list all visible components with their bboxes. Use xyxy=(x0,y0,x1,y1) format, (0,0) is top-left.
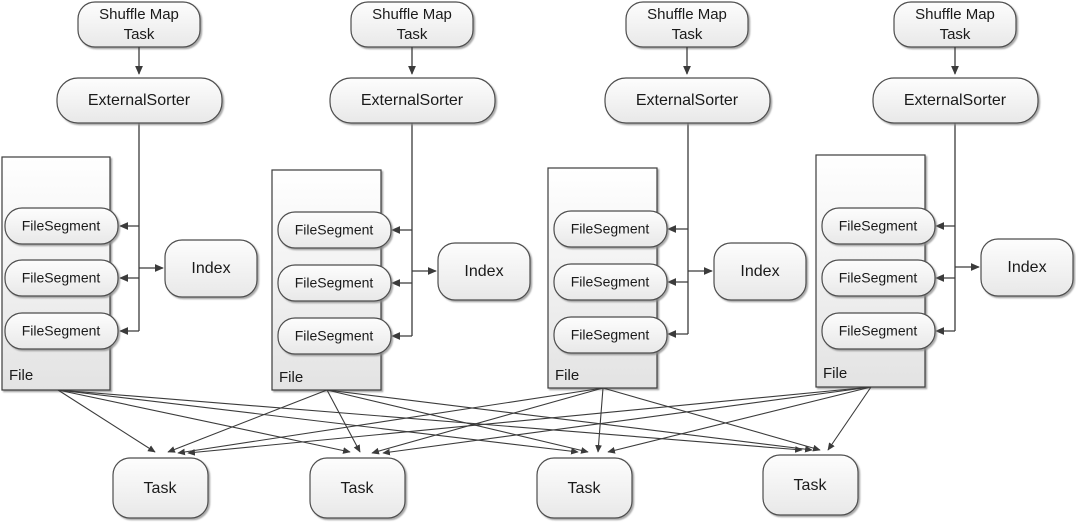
index-label: Index xyxy=(740,263,779,280)
reduce-task-2: Task xyxy=(309,457,406,519)
shuffle-map-task-label-line2: Task xyxy=(672,26,703,43)
shuffle-map-task-2: Shuffle Map Task xyxy=(350,1,474,48)
shuffle-map-task-label-line2: Task xyxy=(124,26,155,43)
external-sorter-2: ExternalSorter xyxy=(329,77,496,124)
external-sorter-label: ExternalSorter xyxy=(904,92,1007,109)
diagram-canvas: File FileSegment FileSegment FileSegment xyxy=(0,0,1076,523)
reduce-task-label: Task xyxy=(794,477,828,494)
file-segment-label: FileSegment xyxy=(295,222,374,238)
index-node-3: Index xyxy=(713,242,807,301)
shuffle-map-task-4: Shuffle Map Task xyxy=(893,1,1017,48)
shuffle-map-task-label-line2: Task xyxy=(940,26,971,43)
shuffle-map-task-label-line1: Shuffle Map xyxy=(647,6,727,23)
file-box-label: File xyxy=(9,367,33,384)
external-sorter-3: ExternalSorter xyxy=(604,77,771,124)
column-2: File FileSegment FileSegment FileSegment xyxy=(271,1,531,391)
shuffle-map-task-3: Shuffle Map Task xyxy=(625,1,749,48)
file-segment-4-1: FileSegment xyxy=(821,207,936,245)
column-4: File FileSegment FileSegment FileSegment xyxy=(815,1,1074,388)
external-sorter-4: ExternalSorter xyxy=(872,77,1039,124)
file-segment-4-3: FileSegment xyxy=(821,312,936,350)
external-sorter-label: ExternalSorter xyxy=(88,92,191,109)
reduce-task-1: Task xyxy=(112,457,209,519)
file-segment-label: FileSegment xyxy=(22,218,101,234)
external-sorter-label: ExternalSorter xyxy=(636,92,739,109)
file-segment-2-1: FileSegment xyxy=(277,211,392,249)
index-node-1: Index xyxy=(164,239,258,298)
shuffle-diagram: File FileSegment FileSegment FileSegment xyxy=(1,1,1074,519)
shuffle-map-task-label-line1: Shuffle Map xyxy=(99,6,179,23)
shuffle-map-task-label-line1: Shuffle Map xyxy=(915,6,995,23)
file-segment-label: FileSegment xyxy=(22,270,101,286)
file-segment-label: FileSegment xyxy=(295,275,374,291)
file-box-label: File xyxy=(279,369,303,386)
reduce-task-4: Task xyxy=(762,454,859,516)
column-3: File FileSegment FileSegment FileSegment xyxy=(547,1,807,389)
file-segment-label: FileSegment xyxy=(22,323,101,339)
file-segment-label: FileSegment xyxy=(571,221,650,237)
external-sorter-1: ExternalSorter xyxy=(56,77,223,124)
index-node-4: Index xyxy=(980,238,1074,297)
shuffle-fetch-edges xyxy=(57,386,872,456)
reduce-task-label: Task xyxy=(568,480,602,497)
reduce-task-3: Task xyxy=(536,457,633,519)
file-segment-label: FileSegment xyxy=(571,327,650,343)
index-label: Index xyxy=(1007,259,1046,276)
file-segment-3-2: FileSegment xyxy=(553,263,668,301)
shuffle-map-task-label-line2: Task xyxy=(397,26,428,43)
file-segment-label: FileSegment xyxy=(839,218,918,234)
file-segment-3-1: FileSegment xyxy=(553,210,668,248)
file-segment-4-2: FileSegment xyxy=(821,259,936,297)
index-node-2: Index xyxy=(437,242,531,301)
reduce-task-label: Task xyxy=(144,480,178,497)
file-segment-label: FileSegment xyxy=(839,270,918,286)
index-label: Index xyxy=(191,260,230,277)
file-segment-3-3: FileSegment xyxy=(553,316,668,354)
shuffle-map-task-label-line1: Shuffle Map xyxy=(372,6,452,23)
index-label: Index xyxy=(464,263,503,280)
file-segment-1-2: FileSegment xyxy=(4,259,119,297)
reduce-task-label: Task xyxy=(341,480,375,497)
column-1: File FileSegment FileSegment FileSegment xyxy=(1,1,258,391)
file-segment-1-1: FileSegment xyxy=(4,207,119,245)
file-segment-label: FileSegment xyxy=(571,274,650,290)
file-segment-1-3: FileSegment xyxy=(4,312,119,350)
file-segment-2-3: FileSegment xyxy=(277,317,392,355)
file-segment-label: FileSegment xyxy=(295,328,374,344)
external-sorter-label: ExternalSorter xyxy=(361,92,464,109)
shuffle-map-task-1: Shuffle Map Task xyxy=(77,1,201,48)
file-segment-label: FileSegment xyxy=(839,323,918,339)
file-box-label: File xyxy=(555,367,579,384)
file-segment-2-2: FileSegment xyxy=(277,264,392,302)
file-box-label: File xyxy=(823,365,847,382)
